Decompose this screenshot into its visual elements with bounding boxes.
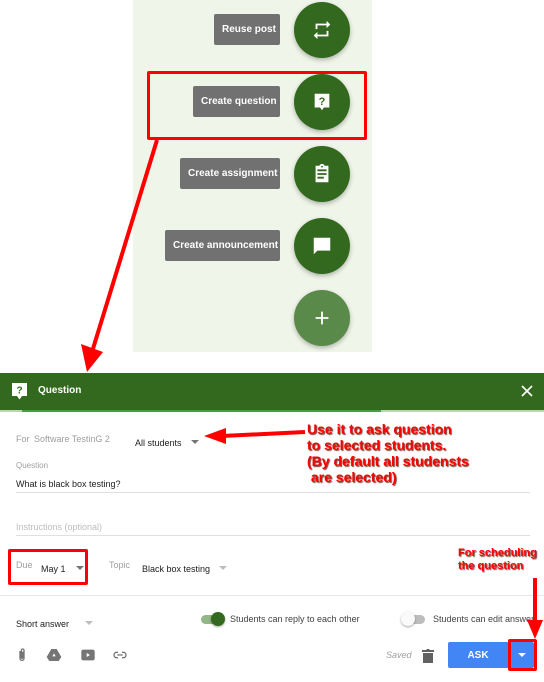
annotation-highlight-due	[8, 549, 88, 585]
reuse-post-button[interactable]	[294, 2, 350, 58]
annotation-audience-note: Use it to ask question to selected stude…	[307, 421, 469, 485]
section-divider	[0, 595, 544, 596]
question-label: Question	[16, 461, 49, 470]
chevron-down-icon	[190, 439, 199, 444]
topic-label: Topic	[109, 560, 131, 570]
class-name: Software TestinG 2	[34, 434, 110, 444]
create-announcement-label[interactable]: Create announcement	[165, 230, 280, 261]
annotation-schedule-note: For scheduling the question	[458, 547, 537, 572]
answer-type-select[interactable]: Short answer	[16, 614, 94, 632]
answer-type-value: Short answer	[16, 619, 70, 629]
attach-icon[interactable]	[14, 647, 30, 663]
edit-answer-toggle[interactable]	[401, 612, 429, 626]
speed-dial-item-reuse-post[interactable]: Reuse post	[133, 0, 372, 58]
edit-answer-toggle-label: Students can edit answer	[433, 614, 535, 624]
youtube-icon[interactable]	[80, 647, 96, 663]
speed-dial-item-create-announcement[interactable]: Create announcement	[133, 216, 372, 274]
speed-dial-main[interactable]	[133, 288, 372, 346]
audience-select[interactable]: All students	[135, 433, 199, 451]
dialog-title: Question	[38, 385, 82, 396]
toggle-knob	[211, 612, 225, 626]
for-label: For	[16, 434, 30, 444]
toggle-knob	[401, 612, 415, 626]
arrow-to-audience	[204, 428, 306, 444]
close-icon	[521, 385, 533, 397]
instructions-input[interactable]: Instructions (optional)	[16, 522, 102, 532]
plus-icon	[315, 311, 329, 325]
upload-progress	[0, 410, 544, 412]
upload-progress-fill	[22, 410, 382, 412]
create-assignment-button[interactable]	[294, 146, 350, 202]
reply-toggle[interactable]	[199, 612, 227, 626]
annotation-highlight-schedule	[508, 639, 537, 671]
instructions-underline	[16, 535, 530, 536]
reuse-post-label[interactable]: Reuse post	[214, 14, 280, 45]
drive-icon[interactable]	[46, 647, 62, 663]
assignment-icon	[315, 163, 329, 183]
create-assignment-label[interactable]: Create assignment	[180, 158, 280, 189]
ask-label: ASK	[467, 649, 489, 661]
topic-select[interactable]: Black box testing	[142, 559, 227, 577]
question-input[interactable]: What is black box testing?	[16, 479, 121, 489]
dialog-header: ? Question	[0, 373, 544, 410]
annotation-highlight-create-question	[147, 71, 367, 140]
announcement-icon	[313, 237, 331, 255]
arrow-to-schedule	[527, 578, 543, 639]
chevron-down-icon	[85, 620, 94, 625]
close-button[interactable]	[518, 382, 536, 400]
question-icon: ?	[12, 383, 27, 400]
save-status: Saved	[386, 650, 412, 660]
trash-icon[interactable]	[421, 648, 435, 664]
reply-toggle-label: Students can reply to each other	[230, 614, 360, 624]
question-underline	[16, 492, 530, 493]
speed-dial-item-create-assignment[interactable]: Create assignment	[133, 144, 372, 202]
chevron-down-icon	[218, 565, 227, 570]
topic-value: Black box testing	[142, 564, 211, 574]
audience-value: All students	[135, 438, 182, 448]
repeat-icon	[313, 20, 331, 40]
link-icon[interactable]	[112, 647, 128, 663]
create-announcement-button[interactable]	[294, 218, 350, 274]
speed-dial-panel: Reuse post Create question ? Create assi…	[133, 0, 372, 352]
speed-dial-main-button[interactable]	[294, 290, 350, 346]
ask-button[interactable]: ASK	[448, 642, 508, 668]
svg-text:?: ?	[16, 386, 22, 397]
